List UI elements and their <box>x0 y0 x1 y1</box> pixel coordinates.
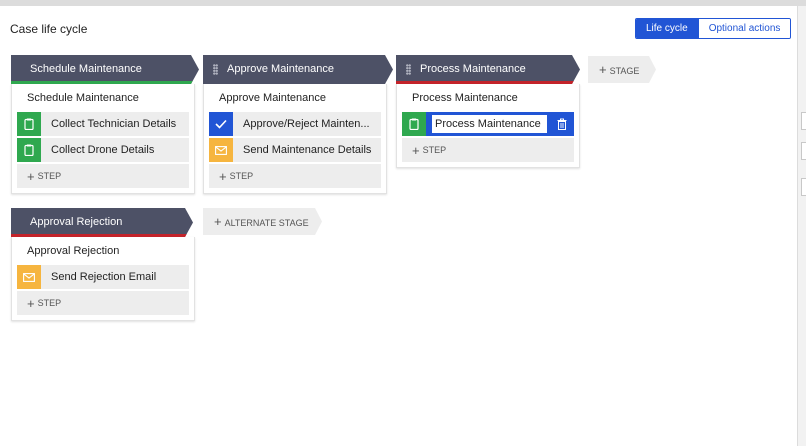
clipboard-icon <box>402 112 426 136</box>
add-step-button[interactable]: + STEP <box>402 138 574 162</box>
stage-approval-rejection: Approval Rejection Approval Rejection Se… <box>11 208 195 321</box>
stage-body: Approval Rejection Send Rejection Email … <box>11 237 195 321</box>
envelope-icon <box>17 265 41 289</box>
view-toggle: Life cycle Optional actions <box>635 18 792 39</box>
step-send-rejection-email[interactable]: Send Rejection Email <box>17 265 189 289</box>
process-title[interactable]: Approval Rejection <box>17 241 189 265</box>
checkmark-icon <box>209 112 233 136</box>
step-name-input[interactable]: Process Maintenance <box>431 114 548 134</box>
stage-name: Approval Rejection <box>30 216 123 228</box>
stage-header[interactable]: Process Maintenance <box>396 55 580 84</box>
stage-name: Schedule Maintenance <box>30 63 142 75</box>
add-step-label: STEP <box>37 171 62 181</box>
right-panel-field-edge <box>801 112 806 130</box>
step-process-maintenance-selected[interactable]: Process Maintenance <box>402 112 574 136</box>
process-title[interactable]: Schedule Maintenance <box>17 88 189 112</box>
add-stage-label: STAGE <box>609 66 640 76</box>
stage-schedule-maintenance: Schedule Maintenance Schedule Maintenanc… <box>11 55 199 194</box>
stage-name: Approve Maintenance <box>227 63 335 75</box>
add-step-label: STEP <box>422 145 447 155</box>
plus-icon: + <box>27 295 35 311</box>
step-label: Send Rejection Email <box>51 271 157 283</box>
plus-icon: + <box>214 214 222 229</box>
add-stage-button[interactable]: + STAGE <box>588 56 656 83</box>
step-approve-reject-maintenance[interactable]: Approve/Reject Mainten... <box>209 112 381 136</box>
stage-process-maintenance: Process Maintenance Process Maintenance … <box>396 55 580 168</box>
page-title: Case life cycle <box>10 22 88 36</box>
step-label: Send Maintenance Details <box>243 144 372 156</box>
add-alternate-stage-button[interactable]: + ALTERNATE STAGE <box>203 208 322 235</box>
add-step-button[interactable]: + STEP <box>209 164 381 188</box>
process-title[interactable]: Process Maintenance <box>402 88 574 112</box>
right-panel-field-edge <box>801 142 806 160</box>
stage-approve-maintenance: Approve Maintenance Approve Maintenance … <box>203 55 393 194</box>
stage-header[interactable]: Approve Maintenance <box>203 55 393 84</box>
process-title[interactable]: Approve Maintenance <box>209 88 381 112</box>
step-collect-drone-details[interactable]: Collect Drone Details <box>17 138 189 162</box>
drag-handle-icon[interactable] <box>213 64 218 75</box>
stage-header[interactable]: Schedule Maintenance <box>11 55 199 84</box>
trash-icon[interactable] <box>550 112 574 136</box>
top-bar <box>0 0 806 6</box>
stage-body: Schedule Maintenance Collect Technician … <box>11 84 195 194</box>
right-panel-field-edge <box>801 178 806 196</box>
plus-icon: + <box>219 168 227 184</box>
step-label: Collect Technician Details <box>51 118 177 130</box>
stage-body: Process Maintenance Process Maintenance … <box>396 84 580 168</box>
stage-body: Approve Maintenance Approve/Reject Maint… <box>203 84 387 194</box>
step-collect-technician-details[interactable]: Collect Technician Details <box>17 112 189 136</box>
plus-icon: + <box>27 168 35 184</box>
right-panel-edge <box>797 6 806 446</box>
add-alternate-stage-label: ALTERNATE STAGE <box>224 218 309 228</box>
clipboard-icon <box>17 138 41 162</box>
envelope-icon <box>209 138 233 162</box>
add-step-label: STEP <box>37 298 62 308</box>
plus-icon: + <box>599 62 607 77</box>
add-step-button[interactable]: + STEP <box>17 291 189 315</box>
stage-name: Process Maintenance <box>420 63 526 75</box>
tab-optional-actions[interactable]: Optional actions <box>697 19 791 38</box>
drag-handle-icon[interactable] <box>406 64 411 75</box>
step-label: Approve/Reject Mainten... <box>243 118 370 130</box>
clipboard-icon <box>17 112 41 136</box>
add-step-button[interactable]: + STEP <box>17 164 189 188</box>
stage-header[interactable]: Approval Rejection <box>11 208 193 237</box>
tab-life-cycle[interactable]: Life cycle <box>636 19 698 38</box>
plus-icon: + <box>412 142 420 158</box>
add-step-label: STEP <box>229 171 254 181</box>
step-send-maintenance-details[interactable]: Send Maintenance Details <box>209 138 381 162</box>
step-label: Collect Drone Details <box>51 144 155 156</box>
